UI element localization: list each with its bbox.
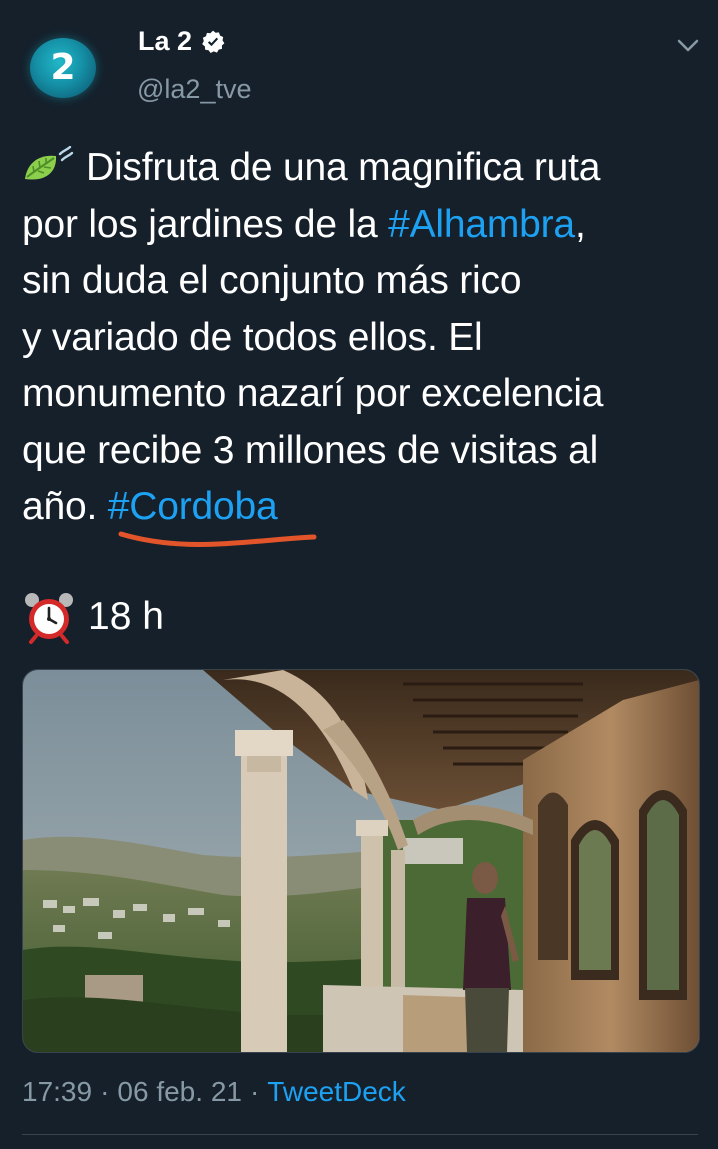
divider — [22, 1134, 698, 1135]
alarm-clock-icon — [25, 593, 73, 644]
la2-logo-icon: 2 — [30, 38, 96, 98]
tweet[interactable]: 2 La 2 @la2_tve Disfruta de una magnific… — [0, 0, 718, 1149]
separator: · — [249, 1076, 260, 1107]
avatar[interactable]: 2 — [22, 24, 110, 112]
avatar-text: 2 — [50, 47, 76, 88]
tweet-line: y variado de todos ellos. El — [22, 315, 483, 359]
verified-badge-icon — [202, 30, 225, 53]
tweet-line: sin duda el conjunto más rico — [22, 259, 522, 302]
display-name[interactable]: La 2 — [138, 26, 192, 57]
tweet-metadata: 17:39 · 06 feb. 21 · TweetDeck — [22, 1076, 406, 1108]
handle[interactable]: @la2_tve — [137, 74, 251, 105]
separator: · — [100, 1076, 110, 1107]
hashtag-link[interactable]: #Alhambra — [388, 203, 575, 246]
hashtag-link[interactable]: #Cordoba — [108, 485, 278, 528]
annotation-underline — [118, 531, 317, 547]
time-row: 18 h — [22, 590, 164, 644]
tweet-photo[interactable] — [22, 669, 700, 1053]
name-row: La 2 — [138, 26, 226, 57]
time-text: 18 h — [88, 595, 164, 638]
tweet-text: Disfruta de una magnifica ruta por los j… — [22, 140, 702, 536]
tweet-line: por los jardines de la #Alhambra, — [22, 202, 586, 246]
chevron-down-icon[interactable] — [676, 36, 700, 56]
tweet-source-link[interactable]: TweetDeck — [267, 1076, 406, 1108]
tweet-line: que recibe 3 millones de visitas al — [22, 428, 599, 472]
photo-alhambra-gallery — [23, 670, 699, 1052]
tweet-time[interactable]: 17:39 — [22, 1076, 92, 1108]
leaf-fluttering-in-wind-icon — [25, 146, 74, 180]
tweet-date[interactable]: 06 feb. 21 — [117, 1076, 242, 1108]
tweet-line: monumento nazarí por excelencia — [22, 372, 604, 415]
tweet-line: Disfruta de una magnifica ruta — [22, 140, 702, 197]
